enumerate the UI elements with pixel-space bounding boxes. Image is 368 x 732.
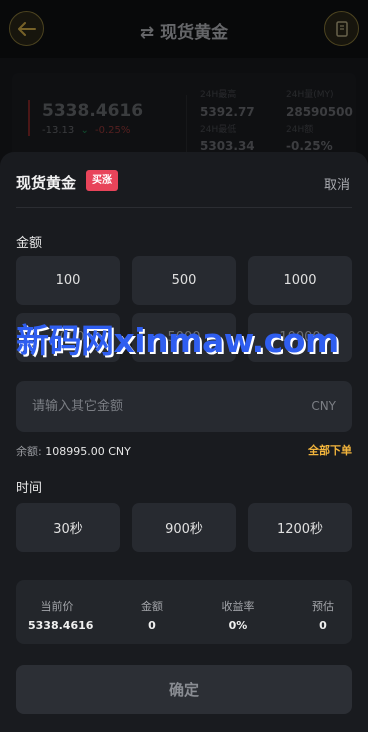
summary-label: 预估 <box>312 600 334 613</box>
order-summary: 当前价 5338.4616 金额 0 收益率 0% 预估 0 <box>16 580 352 644</box>
summary-label: 收益率 <box>221 600 255 613</box>
summary-label: 金额 <box>141 600 163 613</box>
amount-option[interactable]: 500 <box>132 256 236 305</box>
currency-unit: CNY <box>311 399 336 413</box>
summary-item: 金额 0 <box>128 598 176 632</box>
amount-option[interactable]: 5000 <box>132 313 236 362</box>
amount-label: 金额 <box>16 236 43 251</box>
summary-item: 当前价 5338.4616 <box>28 598 94 632</box>
balance-value: 108995.00 CNY <box>45 445 131 458</box>
custom-amount-input[interactable] <box>32 381 292 432</box>
order-sheet: 现货黄金 买涨 取消 金额 100 500 1000 2000 5000 100… <box>0 152 368 732</box>
cancel-button[interactable]: 取消 <box>324 174 350 193</box>
summary-item: 收益率 0% <box>212 598 264 632</box>
summary-value: 0 <box>148 619 156 632</box>
time-option[interactable]: 900秒 <box>132 503 236 552</box>
amount-option[interactable]: 10000 <box>248 313 352 362</box>
summary-value: 5338.4616 <box>28 619 94 632</box>
summary-label: 当前价 <box>40 600 74 613</box>
amount-option[interactable]: 100 <box>16 256 120 305</box>
balance-label: 余额: <box>16 445 42 458</box>
time-option[interactable]: 30秒 <box>16 503 120 552</box>
amount-option[interactable]: 1000 <box>248 256 352 305</box>
balance-row: 余额: 108995.00 CNY <box>16 443 131 459</box>
summary-value: 0 <box>319 619 327 632</box>
sheet-title: 现货黄金 <box>16 174 77 192</box>
all-in-button[interactable]: 全部下单 <box>308 442 352 458</box>
summary-value: 0% <box>228 619 248 632</box>
summary-item: 预估 0 <box>302 598 344 632</box>
direction-badge: 买涨 <box>86 170 118 191</box>
time-option[interactable]: 1200秒 <box>248 503 352 552</box>
amount-option[interactable]: 2000 <box>16 313 120 362</box>
sheet-header: 现货黄金 买涨 取消 <box>16 152 352 208</box>
time-label: 时间 <box>16 481 43 496</box>
confirm-button[interactable]: 确定 <box>16 665 352 714</box>
custom-amount-field[interactable]: CNY <box>16 381 352 432</box>
